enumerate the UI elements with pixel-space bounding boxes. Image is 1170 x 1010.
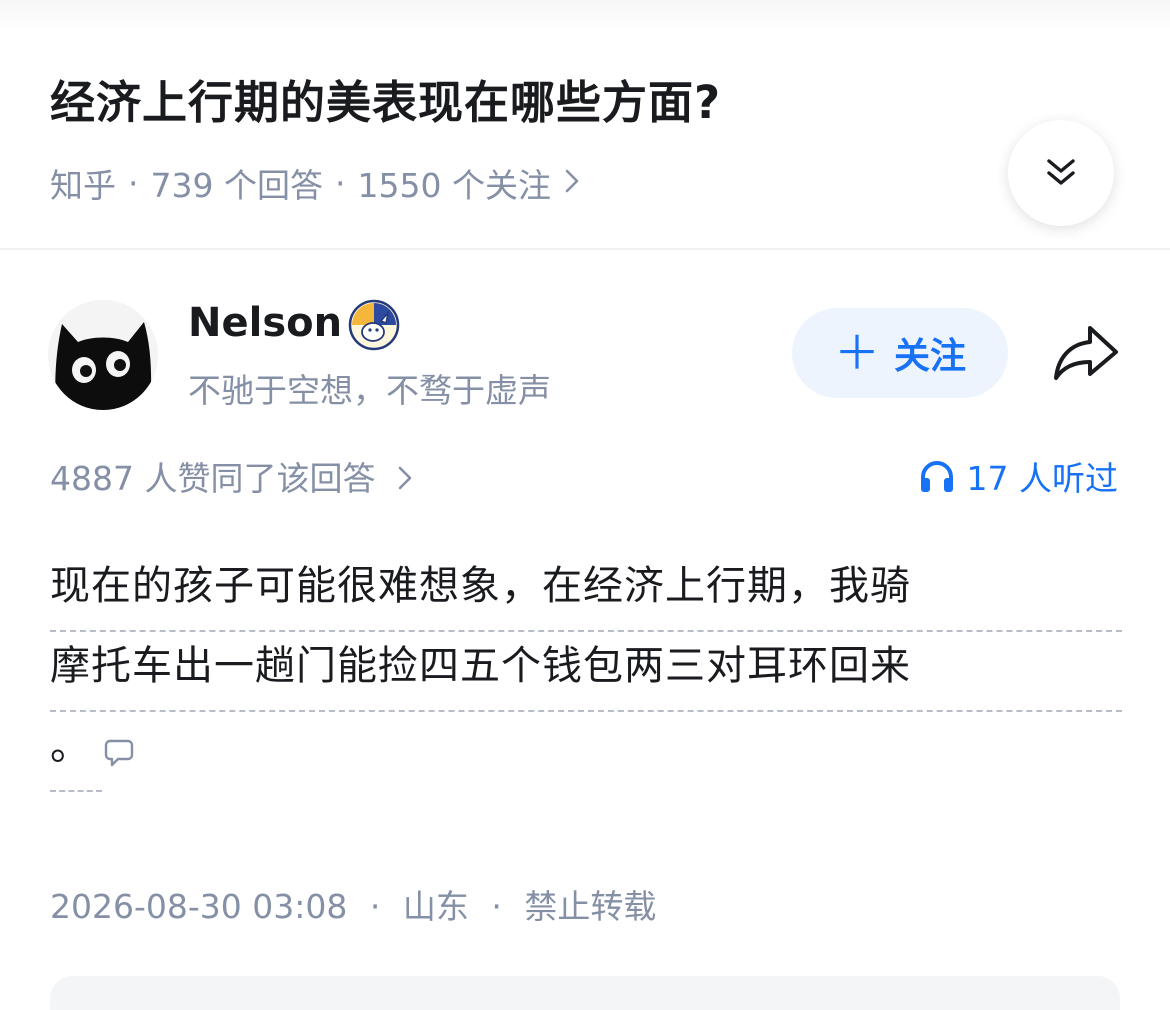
meta-separator: · — [491, 887, 502, 926]
content-line: 摩托车出一趟门能捡四五个钱包两三对耳环回来 — [50, 632, 1122, 712]
followers-count: 1550 个关注 — [357, 166, 551, 205]
avatar[interactable] — [48, 300, 158, 410]
meta-separator: · — [369, 887, 381, 926]
black-cat-avatar-icon — [48, 300, 158, 410]
listen-text: 17 人听过 — [966, 459, 1118, 498]
headphones-icon — [920, 461, 953, 492]
upvote-text: 4887 人赞同了该回答 — [50, 459, 376, 498]
header-divider — [0, 248, 1170, 250]
question-title[interactable]: 经济上行期的美表现在哪些方面? — [50, 66, 721, 131]
upvote-summary[interactable]: 4887 人赞同了该回答 — [50, 452, 412, 500]
author-badge-icon — [348, 299, 400, 351]
share-button[interactable] — [1050, 322, 1122, 386]
follow-button[interactable]: ＋ 关注 — [792, 308, 1008, 398]
listen-count[interactable]: 17 人听过 — [919, 452, 1118, 500]
plus-icon: ＋ — [833, 326, 880, 380]
answer-location: 山东 — [402, 887, 469, 926]
follow-label: 关注 — [893, 336, 966, 377]
expand-question-button[interactable] — [1008, 120, 1114, 226]
meta-separator: · — [334, 163, 346, 203]
share-arrow-icon — [1054, 326, 1118, 380]
author-name[interactable]: Nelson — [188, 300, 342, 346]
chevron-right-icon — [565, 166, 579, 201]
double-chevron-down-icon — [1047, 159, 1075, 185]
source-label: 知乎 — [50, 166, 116, 205]
answer-footer-meta: 2026-08-30 03:08 · 山东 · 禁止转载 — [50, 880, 656, 928]
answer-content[interactable]: 现在的孩子可能很难想象，在经济上行期，我骑 摩托车出一趟门能捡四五个钱包两三对耳… — [50, 552, 1122, 792]
bottom-card — [50, 976, 1120, 1010]
author-bio: 不驰于空想，不骛于虚声 — [188, 371, 551, 410]
answer-rights: 禁止转载 — [524, 887, 657, 926]
chevron-right-icon — [398, 463, 412, 498]
answer-date: 2026-08-30 03:08 — [50, 887, 348, 926]
content-line: 。 — [50, 712, 102, 792]
answers-count: 739 个回答 — [150, 166, 323, 205]
meta-separator: · — [128, 163, 139, 203]
content-line: 现在的孩子可能很难想象，在经济上行期，我骑 — [50, 552, 1122, 632]
question-meta[interactable]: 知乎 · 739 个回答 · 1550 个关注 — [50, 159, 579, 207]
comment-bubble-icon[interactable] — [104, 738, 134, 768]
question-header: 经济上行期的美表现在哪些方面? 知乎 · 739 个回答 · 1550 个关注 — [0, 0, 1170, 250]
